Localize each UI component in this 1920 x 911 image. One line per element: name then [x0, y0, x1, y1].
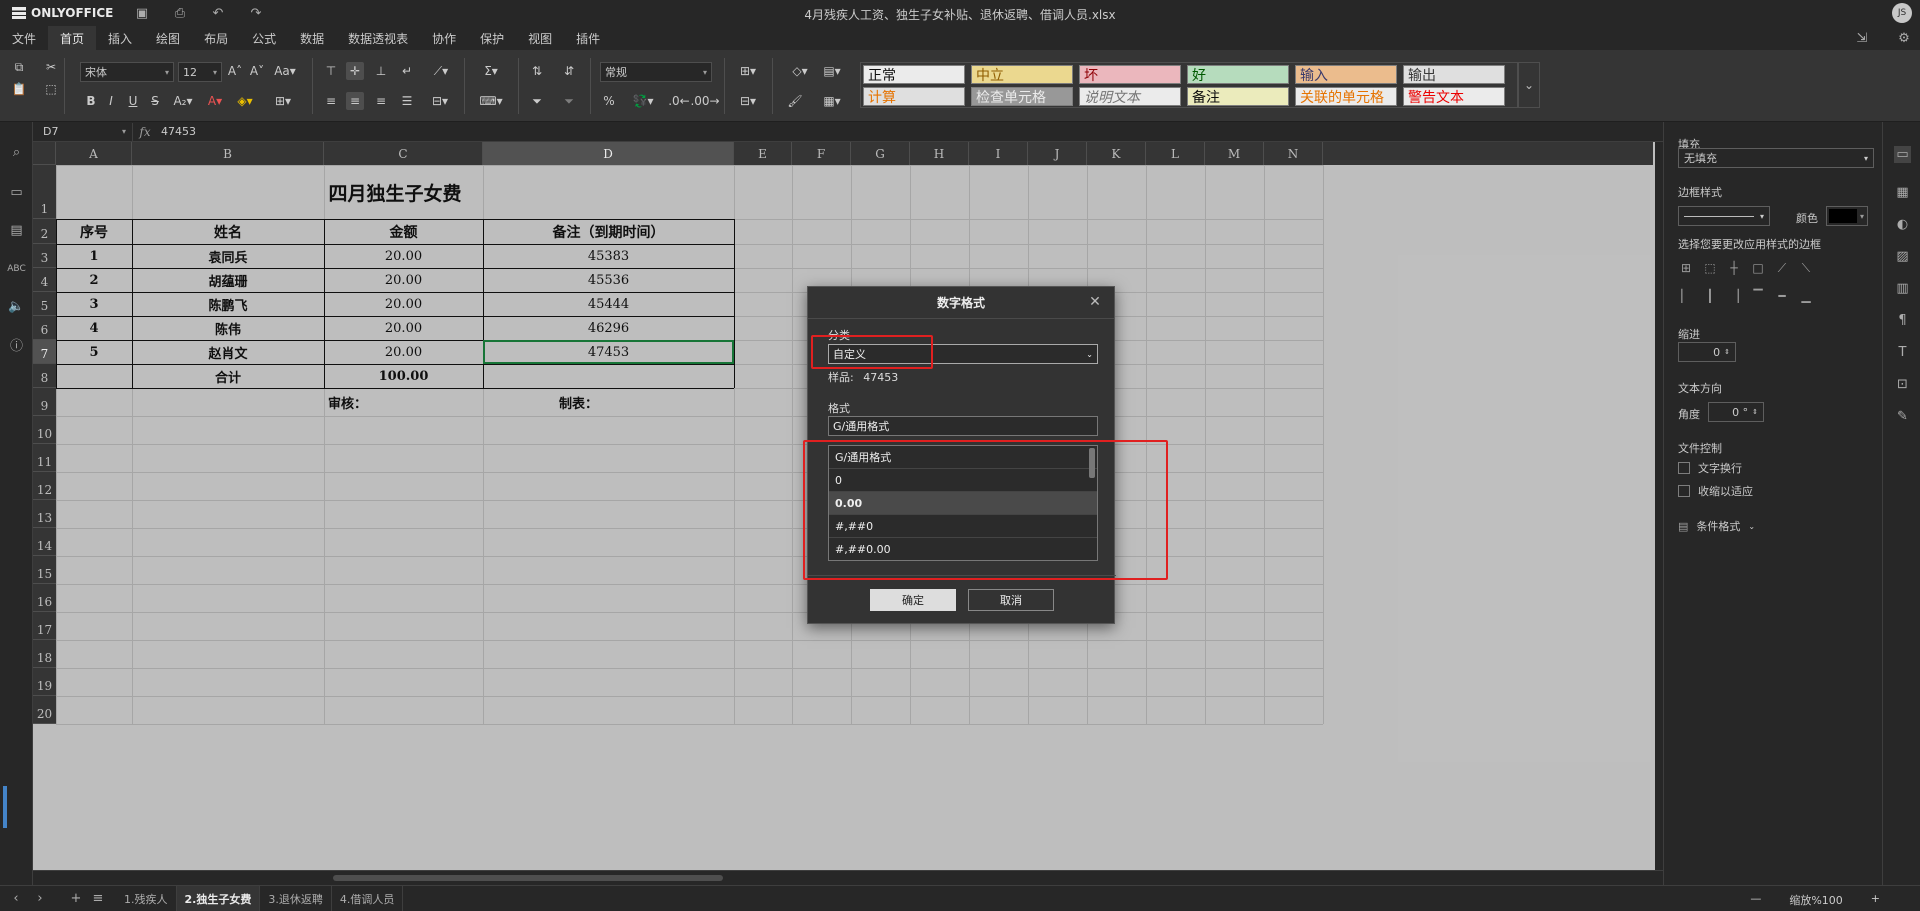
sample-row: 样品: 47453	[828, 369, 898, 385]
format-input[interactable]: G/通用格式	[828, 416, 1098, 436]
sample-value: 47453	[863, 371, 899, 384]
dialog-header: 数字格式 ✕	[808, 287, 1114, 319]
ok-button[interactable]: 确定	[870, 589, 956, 611]
sample-label: 样品:	[828, 371, 854, 384]
close-icon[interactable]: ✕	[1088, 294, 1102, 310]
cancel-button[interactable]: 取消	[968, 589, 1054, 611]
format-list-highlight-box	[803, 440, 1168, 580]
dialog-title: 数字格式	[936, 296, 985, 310]
format-label: 格式	[828, 402, 850, 415]
chevron-down-icon: ⌄	[1086, 349, 1093, 359]
category-highlight-box	[811, 335, 933, 369]
